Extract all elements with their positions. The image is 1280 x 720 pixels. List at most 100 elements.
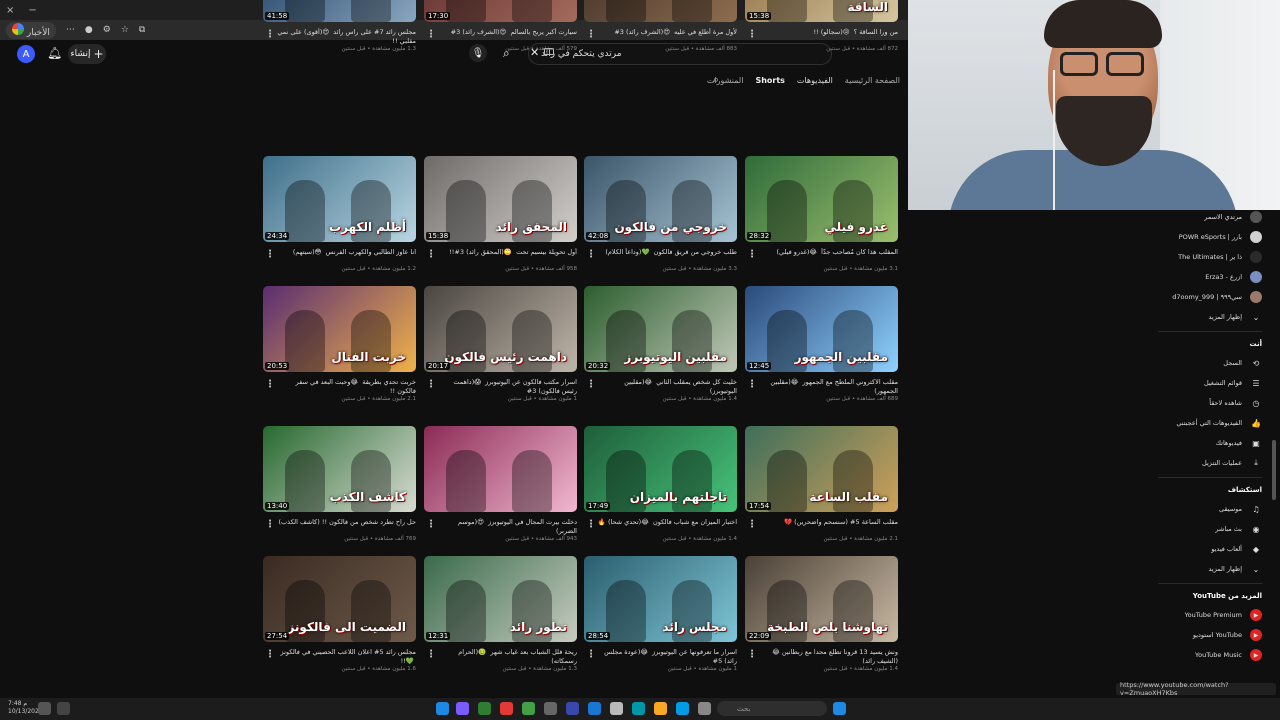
sidebar-explore-item[interactable]: بث مباشر ◉	[1150, 520, 1262, 538]
video-menu-icon[interactable]: ⋮	[747, 519, 757, 530]
video-title[interactable]: ريحة فلل الشباب بعد غياب شهر ‎🤢 ‎(الحرام…	[437, 648, 577, 666]
video-title[interactable]: سيارت أكبر يربح بالسالم ‎😍 ‎(الشرف رائد)…	[437, 28, 577, 37]
sidebar-more-heading[interactable]: المزيد من YouTube	[1193, 592, 1262, 600]
sidebar-more-item[interactable]: YouTube Premium ▶	[1150, 606, 1262, 624]
video-card[interactable]: الضميت الى فالكونز 27:54 مجلس رائد 5# اعلا…	[263, 556, 416, 686]
taskbar-edge-icon[interactable]	[632, 702, 645, 715]
sidebar-subscription[interactable]: The Ultimates | ذا ير	[1150, 248, 1262, 266]
video-menu-icon[interactable]: ⋮	[586, 249, 596, 260]
sidebar-you-heading[interactable]: أنت	[1250, 340, 1262, 348]
video-thumbnail[interactable]: مقلبين الجمهور 12:45	[745, 286, 898, 372]
taskbar-app-icon[interactable]	[566, 702, 579, 715]
avatar[interactable]: A	[17, 45, 35, 63]
video-thumbnail[interactable]: مقلب الساعة 17:54	[745, 426, 898, 512]
video-menu-icon[interactable]: ⋮	[426, 519, 436, 530]
video-thumbnail[interactable]: داهمت رئيس فالكون 20:17	[424, 286, 577, 372]
video-thumbnail[interactable]: تطور رائد 12:31	[424, 556, 577, 642]
video-menu-icon[interactable]: ⋮	[747, 249, 757, 260]
video-card[interactable]: 41:58 مجلس رائد 7# على راس رائد ‎😍 ‎(أقوى…	[263, 0, 416, 66]
video-menu-icon[interactable]: ⋮	[586, 29, 596, 40]
video-card[interactable]: أظلم الكهرب 24:34 انا عاوز الطالبي والكهرب…	[263, 156, 416, 286]
sidebar-more-item[interactable]: YouTube Music ▶	[1150, 646, 1262, 664]
windows-start-icon[interactable]	[833, 702, 846, 715]
video-thumbnail[interactable]	[584, 0, 737, 22]
video-card[interactable]: كاشف الكذب 13:40 حل راح تطرد شخص من فالكون…	[263, 426, 416, 556]
taskbar-search[interactable]: بحث	[717, 701, 827, 716]
video-card[interactable]: تهاوشنا بلص الطبخة 22:09 ونش يسيد 13 قرونا…	[745, 556, 898, 686]
taskbar-app-icon[interactable]	[544, 702, 557, 715]
video-menu-icon[interactable]: ⋮	[586, 519, 596, 530]
video-menu-icon[interactable]: ⋮	[426, 379, 436, 390]
video-title[interactable]: خليت كل شخص يمقلب الثاني ‎😂 ‎(مقلبين الي…	[597, 378, 737, 396]
taskbar-app-icon[interactable]	[456, 702, 469, 715]
video-menu-icon[interactable]: ⋮	[747, 29, 757, 40]
video-thumbnail[interactable]: 41:58	[263, 0, 416, 22]
taskbar-app-icon[interactable]	[500, 702, 513, 715]
video-thumbnail[interactable]: كاشف الكذب 13:40	[263, 426, 416, 512]
more-icon[interactable]: ⋯	[66, 25, 75, 35]
video-menu-icon[interactable]: ⋮	[265, 249, 275, 260]
taskbar-network-icon[interactable]	[38, 702, 51, 715]
sidebar-you-item[interactable]: الفيديوهات التي أعجبتني 👍	[1150, 414, 1262, 432]
taskbar-volume-icon[interactable]	[57, 702, 70, 715]
video-thumbnail[interactable]: غدرو فيلي 28:32	[745, 156, 898, 242]
video-title[interactable]: اسرار مكتب فالكون عن اليوتيوبرز ‎😱 ‎(داه…	[437, 378, 577, 396]
sidebar-scrollbar[interactable]	[1272, 440, 1276, 500]
sidebar-you-item[interactable]: شاهده لاحقاً ◷	[1150, 394, 1262, 412]
video-title[interactable]: مقلب الاكتروني الملطج مع الجمهور ‎😂 ‎(مق…	[758, 378, 898, 396]
create-button[interactable]: إنشاء +	[68, 44, 106, 64]
video-menu-icon[interactable]: ⋮	[426, 649, 436, 660]
video-title[interactable]: مجلس رائد 5# اعلان اللاعب الحصيني في فال…	[276, 648, 416, 666]
video-title[interactable]: أول تحويلة بيسيم تحت ‎🙄 ‎(المحقق رائد) 3…	[437, 248, 577, 257]
video-thumbnail[interactable]: 17:30	[424, 0, 577, 22]
video-menu-icon[interactable]: ⋮	[265, 519, 275, 530]
video-thumbnail[interactable]: المحقق رائد 15:38	[424, 156, 577, 242]
taskbar-app-icon[interactable]	[478, 702, 491, 715]
taskbar-app-icon[interactable]	[436, 702, 449, 715]
sidebar-you-item[interactable]: قوائم التشغيل ☰	[1150, 374, 1262, 392]
video-card[interactable]: داهمت رئيس فالكون 20:17 اسرار مكتب فالكون …	[424, 286, 577, 416]
video-title[interactable]: اختبار الميزان مع شباب فالكون ‎😂 ‎(تحدي …	[597, 518, 737, 527]
video-card[interactable]: تاجلتهم بالميزان 17:49 اختبار الميزان مع ش…	[584, 426, 737, 556]
video-title[interactable]: مجلس رائد 7# على راس رائد ‎😍 ‎(أقوى) على…	[276, 28, 416, 46]
video-card[interactable]: لأول مرة أطلع في عليه ‎😍 ‎(الشرف رائد) 3…	[584, 0, 737, 66]
notifications-bell-icon[interactable]: 🔔︎	[47, 46, 62, 60]
video-menu-icon[interactable]: ⋮	[747, 649, 757, 660]
video-title[interactable]: انا عاوز الطالبي والكهرب الفرنس ‎😳 ‎(سيت…	[276, 248, 416, 257]
sidebar-explore-heading[interactable]: استكشاف	[1228, 486, 1262, 494]
video-card[interactable]: دخلت بيرت المجال في اليوتيوبرز ‎😍 ‎(موسم…	[424, 426, 577, 556]
video-menu-icon[interactable]: ⋮	[426, 249, 436, 260]
video-title[interactable]: ونش يسيد 13 قرونا تطلع محدا مع ربطانين ‎…	[758, 648, 898, 666]
minimize-window-button[interactable]: −	[28, 5, 36, 16]
video-card[interactable]: غدرو فيلي 28:32 المقلب هذا كان مُصاحب جدّا…	[745, 156, 898, 286]
browser-tab[interactable]: الأخبار	[6, 21, 56, 39]
sidebar-more-item[interactable]: استوديو YouTube ▶	[1150, 626, 1262, 644]
video-card[interactable]: الساقة 15:38 من ورا الساقة ؟ ‎😢 ‎(سجالو) !…	[745, 0, 898, 66]
video-title[interactable]: لأول مرة أطلع في عليه ‎😍 ‎(الشرف رائد) 3…	[597, 28, 737, 37]
video-title[interactable]: المقلب هذا كان مُصاحب جدّاً ‎😂 ‎(غدرو في…	[758, 248, 898, 257]
taskbar-app-icon[interactable]	[522, 702, 535, 715]
video-title[interactable]: اسرار ما تعرفونها عن اليوتيوبرز ‎😂 ‎(عود…	[597, 648, 737, 666]
video-thumbnail[interactable]: مقلبين اليوتيوبرز 20:32	[584, 286, 737, 372]
sidebar-you-item[interactable]: فيديوهاتك ▣	[1150, 434, 1262, 452]
video-title[interactable]: دخلت بيرت المجال في اليوتيوبرز ‎😍 ‎(موسم…	[437, 518, 577, 536]
video-card[interactable]: 17:30 سيارت أكبر يربح بالسالم ‎😍 ‎(الشرف …	[424, 0, 577, 66]
taskbar-explorer-icon[interactable]	[654, 702, 667, 715]
profile-icon[interactable]: ●	[85, 25, 93, 35]
video-card[interactable]: مقلب الساعة 17:54 مقلب الساعة 5# ‎(سنسحم و…	[745, 426, 898, 556]
video-card[interactable]: مجلس رائد 28:54 اسرار ما تعرفونها عن اليوت…	[584, 556, 737, 686]
video-card[interactable]: مقلبين اليوتيوبرز 20:32 خليت كل شخص يمقلب …	[584, 286, 737, 416]
video-thumbnail[interactable]: أظلم الكهرب 24:34	[263, 156, 416, 242]
video-menu-icon[interactable]: ⋮	[747, 379, 757, 390]
sidebar-subscription[interactable]: مرتدي الاسمر	[1150, 208, 1262, 226]
video-card[interactable]: مقلبين الجمهور 12:45 مقلب الاكتروني الملطج…	[745, 286, 898, 416]
star-icon[interactable]: ☆	[121, 25, 129, 35]
sidebar-you-item[interactable]: عمليات التنزيل ⤓	[1150, 454, 1262, 472]
video-menu-icon[interactable]: ⋮	[586, 649, 596, 660]
sidebar-you-item[interactable]: السجل ⟲	[1150, 354, 1262, 372]
video-thumbnail[interactable]: الضميت الى فالكونز 27:54	[263, 556, 416, 642]
video-card[interactable]: المحقق رائد 15:38 أول تحويلة بيسيم تحت ‎🙄 …	[424, 156, 577, 286]
video-thumbnail[interactable]: مجلس رائد 28:54	[584, 556, 737, 642]
video-menu-icon[interactable]: ⋮	[265, 29, 275, 40]
video-title[interactable]: حل راح تطرد شخص من فالكون !! (كاشف الكذب…	[276, 518, 417, 527]
